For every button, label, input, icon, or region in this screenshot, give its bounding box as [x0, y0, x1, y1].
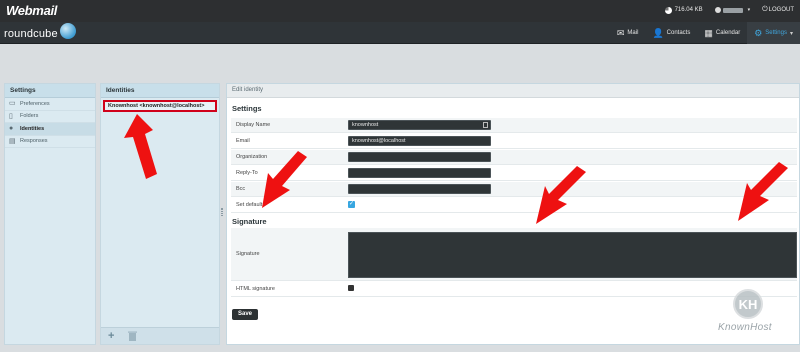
sidebar-item-identities[interactable]: ● Identities: [5, 123, 95, 136]
quota-value: 716.04 KB: [674, 7, 703, 13]
settings-panel: Settings ▭ Preferences ▯ Folders ● Ident…: [4, 83, 96, 345]
organization-field[interactable]: [348, 152, 491, 162]
edit-identity-title: Edit identity: [227, 84, 799, 98]
logout-button[interactable]: ⏻ LOGOUT: [762, 6, 794, 14]
signature-row: Signature: [231, 228, 797, 281]
person-icon: 👤: [652, 27, 664, 38]
identities-panel-title: Identities: [101, 84, 219, 98]
signature-section-title: Signature: [232, 217, 267, 226]
display-name-row: Display Name knownhost: [231, 118, 797, 133]
organization-row: Organization: [231, 150, 797, 165]
identities-footer: +: [101, 327, 219, 344]
task-menu: ✉ Mail 👤 Contacts ▦ Calendar ⚙ Settings …: [610, 22, 800, 44]
bcc-row: Bcc: [231, 182, 797, 197]
knownhost-watermark-text: KnownHost: [718, 322, 772, 333]
delete-identity-button[interactable]: [128, 331, 137, 344]
identity-list-item[interactable]: Knownhost <knownhost@localhost>: [103, 100, 217, 112]
user-name: username: [722, 7, 743, 13]
reply-to-row: Reply-To: [231, 166, 797, 181]
top-bar: Webmail 716.04 KB username ▾ ⏻ LOGOUT: [0, 0, 800, 22]
user-icon: [714, 7, 721, 13]
identities-panel: Identities Knownhost <knownhost@localhos…: [100, 83, 220, 345]
nav-settings[interactable]: ⚙ Settings ▾: [747, 22, 800, 44]
sidebar-item-label: Identities: [20, 125, 45, 132]
display-name-field[interactable]: knownhost: [348, 120, 491, 130]
nav-mail[interactable]: ✉ Mail: [610, 22, 646, 44]
email-value: knownhost@localhost: [352, 138, 406, 144]
add-identity-button[interactable]: +: [108, 331, 114, 342]
panel-splitter[interactable]: [221, 208, 223, 216]
settings-section-title: Settings: [232, 104, 262, 113]
contact-card-icon: [483, 122, 488, 128]
reply-to-label: Reply-To: [236, 170, 258, 176]
folder-icon: ▯: [9, 112, 13, 120]
document-icon: ▤: [9, 137, 16, 145]
calendar-icon: ▦: [704, 27, 713, 38]
caret-down-icon: ▾: [747, 7, 751, 13]
sidebar-item-label: Responses: [20, 138, 48, 145]
nav-settings-label: Settings: [765, 30, 787, 36]
set-default-row: Set default ✓: [231, 198, 797, 213]
nav-calendar-label: Calendar: [715, 30, 741, 36]
power-icon: ⏻: [762, 6, 768, 13]
person-icon: ●: [9, 125, 14, 133]
display-name-value: knownhost: [352, 122, 379, 128]
bcc-label: Bcc: [236, 186, 246, 192]
display-name-label: Display Name: [236, 122, 271, 128]
laptop-icon: ▭: [9, 100, 16, 108]
roundcube-logo[interactable]: roundcube: [4, 23, 76, 42]
roundcube-logo-text: roundcube: [4, 28, 58, 40]
set-default-label: Set default: [236, 202, 263, 208]
email-field[interactable]: knownhost@localhost: [348, 136, 491, 146]
reply-to-field[interactable]: [348, 168, 491, 178]
sidebar-item-preferences[interactable]: ▭ Preferences: [5, 98, 95, 111]
nav-mail-label: Mail: [627, 30, 639, 36]
html-signature-label: HTML signature: [236, 286, 275, 292]
topbar-right: 716.04 KB username ▾ ⏻ LOGOUT: [653, 6, 794, 14]
sidebar-item-responses[interactable]: ▤ Responses: [5, 136, 95, 148]
html-signature-checkbox[interactable]: [348, 285, 354, 291]
email-row: Email knownhost@localhost: [231, 134, 797, 149]
signature-textarea[interactable]: [348, 232, 797, 278]
caret-down-icon[interactable]: ▾: [790, 30, 793, 37]
sidebar-item-label: Preferences: [20, 100, 50, 107]
bcc-field[interactable]: [348, 184, 491, 194]
email-label: Email: [236, 138, 250, 144]
roundcube-bubble-icon: [59, 23, 76, 39]
knownhost-logo: KH: [733, 289, 763, 319]
nav-calendar[interactable]: ▦ Calendar: [697, 22, 747, 44]
signature-label: Signature: [236, 251, 260, 257]
quota-indicator: 716.04 KB: [664, 6, 703, 14]
gear-icon: ⚙: [754, 27, 763, 38]
organization-label: Organization: [236, 154, 268, 160]
webmail-logo: Webmail: [6, 3, 58, 18]
trash-icon: [128, 331, 137, 341]
save-button[interactable]: Save: [232, 309, 259, 320]
user-menu[interactable]: username ▾: [714, 7, 751, 13]
nav-contacts[interactable]: 👤 Contacts: [645, 22, 697, 44]
settings-panel-title: Settings: [5, 84, 95, 98]
logout-label: LOGOUT: [768, 7, 794, 13]
sidebar-item-folders[interactable]: ▯ Folders: [5, 111, 95, 123]
envelope-icon: ✉: [616, 27, 625, 38]
nav-contacts-label: Contacts: [666, 30, 691, 36]
html-signature-row: HTML signature: [231, 282, 797, 297]
quota-pie-icon: [664, 6, 672, 14]
set-default-checkbox[interactable]: ✓: [348, 201, 355, 208]
nav-bar: roundcube ✉ Mail 👤 Contacts ▦ Calendar ⚙…: [0, 22, 800, 44]
sidebar-item-label: Folders: [20, 113, 39, 120]
edit-identity-panel: Edit identity Settings Display Name know…: [226, 83, 800, 345]
